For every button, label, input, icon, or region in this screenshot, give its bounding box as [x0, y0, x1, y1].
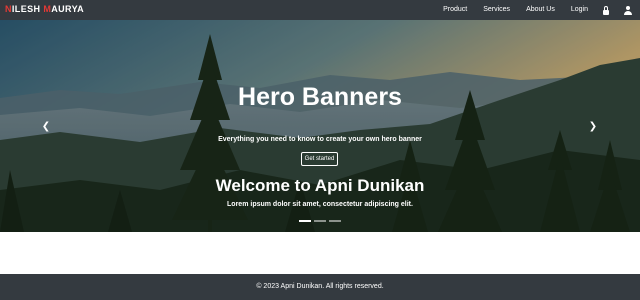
- brand-first-name: ILESH: [11, 4, 44, 14]
- lock-icon[interactable]: [602, 5, 610, 15]
- get-started-button[interactable]: Get started: [301, 152, 338, 166]
- hero-subtitle: Everything you need to know to create yo…: [218, 136, 422, 143]
- navbar: NILESH MAURYA Product Services About Us …: [0, 0, 640, 20]
- carousel-indicator-1[interactable]: [299, 220, 311, 222]
- brand-last-name: AURYA: [51, 4, 85, 14]
- brand-initial-n: N: [5, 4, 12, 14]
- footer: © 2023 Apni Dunikan. All rights reserved…: [0, 274, 640, 300]
- chevron-left-icon[interactable]: ❮: [39, 120, 53, 134]
- content-area: [0, 232, 640, 274]
- nav-about-us[interactable]: About Us: [526, 0, 555, 20]
- hero-title: Hero Banners: [238, 83, 402, 111]
- footer-copyright: © 2023 Apni Dunikan. All rights reserved…: [256, 283, 384, 290]
- carousel-indicator-3[interactable]: [329, 220, 341, 222]
- carousel-indicator-2[interactable]: [314, 220, 326, 222]
- welcome-text: Lorem ipsum dolor sit amet, consectetur …: [227, 201, 413, 208]
- welcome-heading: Welcome to Apni Dunikan: [215, 176, 425, 195]
- brand-logo[interactable]: NILESH MAURYA: [5, 4, 84, 15]
- nav-product[interactable]: Product: [443, 0, 467, 20]
- nav-services[interactable]: Services: [483, 0, 510, 20]
- nav-login[interactable]: Login: [571, 0, 588, 20]
- carousel-indicators: [0, 220, 640, 222]
- chevron-right-icon[interactable]: ❯: [586, 120, 600, 134]
- nav-links: Product Services About Us Login: [427, 0, 632, 20]
- user-icon[interactable]: [624, 5, 632, 15]
- hero-carousel: ❮ ❯ Hero Banners Everything you need to …: [0, 20, 640, 232]
